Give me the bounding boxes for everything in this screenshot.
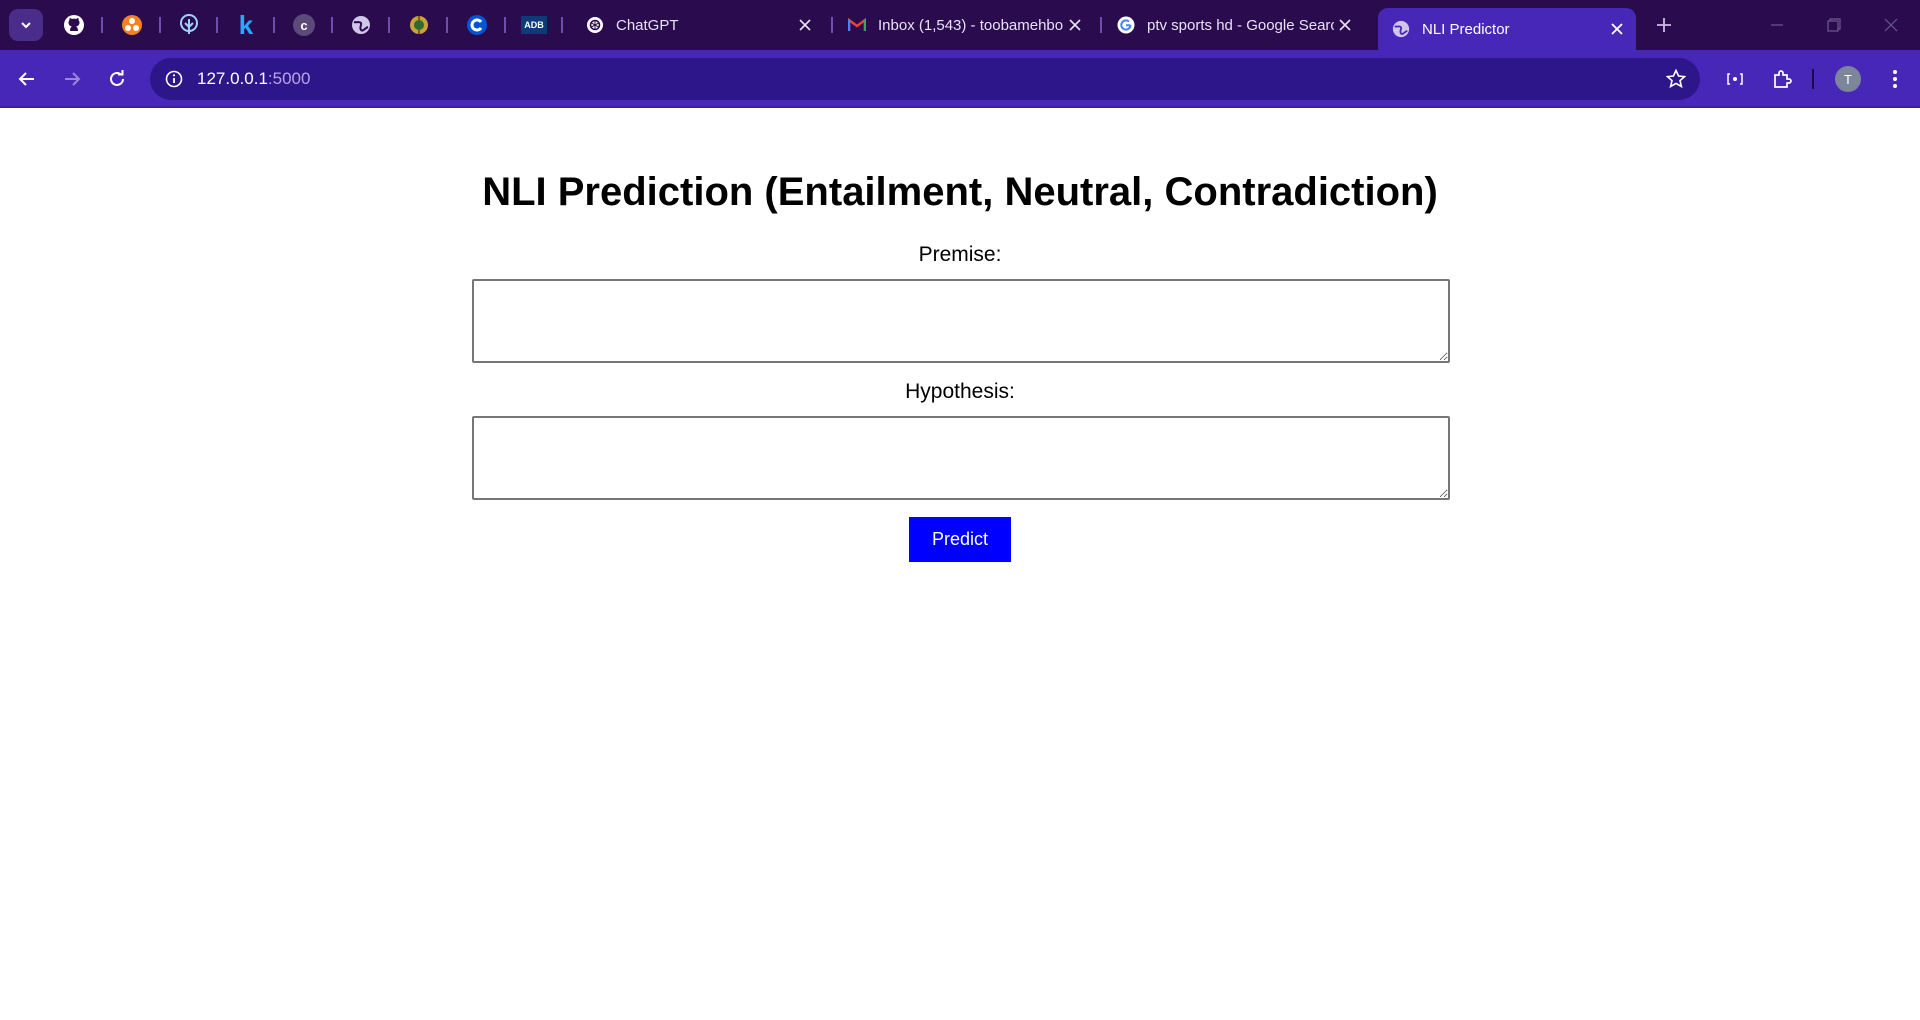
pinned-tab-c[interactable]: c <box>287 7 321 43</box>
back-button[interactable] <box>10 62 44 96</box>
info-icon[interactable] <box>162 67 186 91</box>
pinned-tab-coursera[interactable] <box>460 7 494 43</box>
chevron-down-icon <box>21 22 31 29</box>
k-icon: k <box>238 9 254 40</box>
menu-button[interactable] <box>1878 62 1912 96</box>
pinned-tab-globe[interactable] <box>344 7 378 43</box>
github-icon <box>64 15 84 35</box>
extension-button[interactable] <box>1718 62 1752 96</box>
tab-title: ptv sports hd - Google Search <box>1147 16 1334 34</box>
gmail-icon <box>848 16 866 34</box>
url-port: :5000 <box>267 69 311 88</box>
globe-icon <box>352 16 370 34</box>
close-icon[interactable] <box>1606 18 1628 40</box>
new-tab-button[interactable] <box>1650 11 1678 39</box>
bookmark-star-icon[interactable] <box>1664 67 1688 91</box>
globe-icon <box>1392 20 1410 38</box>
url-host: 127.0.0.1 <box>197 69 268 88</box>
adb-icon: ADB <box>521 16 547 34</box>
more-vertical-icon <box>1893 70 1897 88</box>
restore-icon <box>1827 18 1841 32</box>
close-icon[interactable] <box>1064 14 1086 36</box>
page-title: NLI Prediction (Entailment, Neutral, Con… <box>482 170 1438 214</box>
c-icon: c <box>293 14 315 36</box>
premise-label: Premise: <box>918 243 1002 266</box>
hypothesis-input[interactable] <box>472 416 1450 500</box>
pinned-tab-github[interactable] <box>57 7 91 43</box>
browser-toolbar: 127.0.0.1:5000 <box>0 50 1920 108</box>
puzzle-icon <box>1774 70 1792 88</box>
tab-google-search[interactable]: ptv sports hd - Google Search <box>1103 7 1364 43</box>
coursera-icon <box>467 15 487 35</box>
reload-button[interactable] <box>100 62 134 96</box>
arrow-left-icon <box>18 72 34 86</box>
tab-gmail[interactable]: Inbox (1,543) - toobamehbo <box>834 7 1094 43</box>
page-content: NLI Prediction (Entailment, Neutral, Con… <box>0 110 1920 1020</box>
restore-button[interactable] <box>1805 0 1863 50</box>
address-bar[interactable]: 127.0.0.1:5000 <box>150 58 1700 100</box>
tab-title: Inbox (1,543) - toobamehbo <box>878 16 1064 34</box>
arrow-right-icon <box>65 72 81 86</box>
tab-search-button[interactable] <box>9 9 43 41</box>
tab-title: NLI Predictor <box>1422 20 1510 38</box>
minimize-button[interactable] <box>1748 0 1806 50</box>
plus-icon <box>1657 18 1671 32</box>
close-icon[interactable] <box>1334 14 1356 36</box>
close-icon[interactable] <box>794 14 816 36</box>
extensions-button[interactable] <box>1765 62 1799 96</box>
pinned-tab-tree[interactable] <box>172 7 206 43</box>
minimize-icon <box>1771 24 1783 26</box>
tab-nli-predictor[interactable]: NLI Predictor <box>1378 8 1636 50</box>
pinned-tab-k[interactable]: k <box>229 7 263 43</box>
emblem-icon <box>410 16 428 34</box>
hypothesis-label: Hypothesis: <box>905 380 1015 403</box>
reload-icon <box>110 70 124 86</box>
premise-input[interactable] <box>472 279 1450 363</box>
pinned-tab-orange-app[interactable] <box>115 7 149 43</box>
predict-button[interactable]: Predict <box>909 517 1011 562</box>
close-window-button[interactable] <box>1862 0 1920 50</box>
google-icon <box>1117 16 1135 34</box>
bracket-extension-icon <box>1727 73 1743 85</box>
pinned-tab-emblem[interactable] <box>402 7 436 43</box>
forward-button[interactable] <box>55 62 89 96</box>
close-icon <box>1884 18 1898 32</box>
tab-title: ChatGPT <box>616 16 679 34</box>
pinned-tab-adb[interactable]: ADB <box>517 7 551 43</box>
tab-strip: k c ADB ChatGPT Inbox (1,543) - toobameh… <box>0 0 1920 50</box>
orange-app-icon <box>122 15 142 35</box>
chatgpt-icon <box>586 16 604 34</box>
tree-icon <box>180 14 198 34</box>
url-text[interactable]: 127.0.0.1:5000 <box>197 69 310 89</box>
profile-avatar[interactable]: T <box>1835 66 1861 92</box>
tab-chatgpt[interactable]: ChatGPT <box>572 7 824 43</box>
